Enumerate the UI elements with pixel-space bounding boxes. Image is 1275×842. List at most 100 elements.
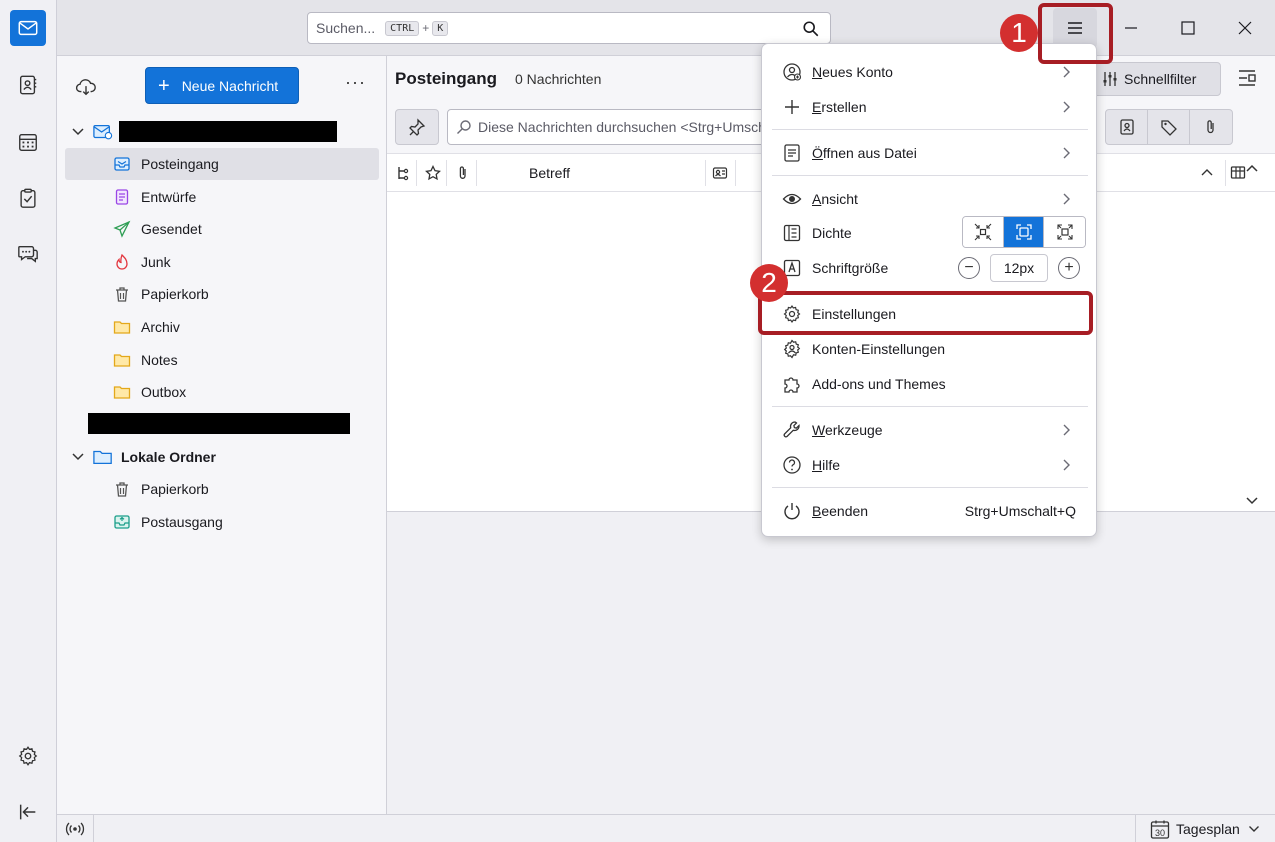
folder-acct1-junk[interactable]: Junk <box>65 246 379 278</box>
display-options-icon[interactable] <box>1237 68 1257 88</box>
column-separator <box>446 160 447 186</box>
column-separator <box>476 160 477 186</box>
quit-shortcut: Strg+Umschalt+Q <box>964 503 1076 519</box>
calendar-space-button[interactable] <box>10 124 46 160</box>
column-picker-icon[interactable] <box>1230 165 1246 181</box>
menu-label-addons: Add-ons und Themes <box>812 376 946 392</box>
chevron-right-icon <box>1063 193 1070 205</box>
correspondent-column-icon[interactable] <box>712 165 728 181</box>
calendar-icon <box>19 133 37 151</box>
tasks-icon <box>20 188 36 208</box>
folder-pane: + Neue Nachricht ··· Posteingang Entwürfe… <box>57 56 387 814</box>
eye-icon <box>782 193 802 205</box>
message-search-input[interactable]: Diese Nachrichten durchsuchen <Strg+Umsc… <box>447 109 777 145</box>
redacted-account-name <box>119 121 337 142</box>
get-messages-icon[interactable] <box>75 76 97 98</box>
chat-space-button[interactable] <box>10 236 46 272</box>
pin-filter-button[interactable] <box>395 109 439 145</box>
settings-space-button[interactable] <box>10 738 46 774</box>
column-separator <box>1225 160 1226 186</box>
folder-local-postausgang[interactable]: Postausgang <box>65 506 379 538</box>
menu-label-create: Erstellen <box>812 99 867 115</box>
star-icon[interactable] <box>425 165 441 181</box>
close-icon <box>1238 21 1252 35</box>
mail-account-icon <box>93 124 113 140</box>
folder-acct1-gesendet[interactable]: Gesendet <box>65 213 379 245</box>
folder-acct1-papierkorb[interactable]: Papierkorb <box>65 278 379 310</box>
app-menu-panel: Neues Konto Erstellen Öffnen aus Datei A… <box>761 43 1097 537</box>
account-row-1[interactable] <box>65 116 379 148</box>
menu-item-create[interactable]: Erstellen <box>768 90 1090 124</box>
filter-attachment-button[interactable] <box>1190 110 1232 144</box>
account-settings-icon <box>783 339 801 359</box>
chevron-right-icon <box>1063 101 1070 113</box>
thread-column-icon[interactable] <box>395 165 411 181</box>
menu-label-new-account: Neues Konto <box>812 64 893 80</box>
menu-item-tools[interactable]: Werkzeuge <box>768 413 1090 447</box>
plus-icon <box>785 100 799 114</box>
filter-contact-button[interactable] <box>1106 110 1148 144</box>
font-size-decrease-button[interactable]: − <box>958 257 980 279</box>
quick-filter-label: Schnellfilter <box>1124 71 1197 87</box>
today-pane-button[interactable]: 30 Tagesplan <box>1135 815 1260 842</box>
density-touch-button[interactable] <box>1044 217 1085 247</box>
junk-icon <box>116 253 128 270</box>
density-normal-button[interactable] <box>1003 217 1045 247</box>
folder-label: Gesendet <box>141 221 202 238</box>
density-icon <box>783 224 801 242</box>
folder-acct1-notes[interactable]: Notes <box>65 344 379 376</box>
chevron-right-icon <box>1063 424 1070 436</box>
folder-acct1-posteingang[interactable]: Posteingang <box>65 148 379 180</box>
menu-item-view[interactable]: Ansicht <box>768 182 1090 216</box>
font-size-increase-button[interactable]: + <box>1058 257 1080 279</box>
local-folders-account-row[interactable]: Lokale Ordner <box>65 441 379 473</box>
density-button-group <box>962 216 1086 248</box>
minimize-button[interactable] <box>1111 8 1151 48</box>
folder-label: Archiv <box>141 319 180 335</box>
mail-space-button[interactable] <box>10 10 46 46</box>
folder-label: Papierkorb <box>141 481 209 497</box>
font-size-value[interactable]: 12px <box>990 254 1048 282</box>
attachment-column-icon[interactable] <box>455 165 471 181</box>
folder-pane-more-button[interactable]: ··· <box>345 72 366 93</box>
menu-item-help[interactable]: Hilfe <box>768 448 1090 482</box>
menu-item-account-settings[interactable]: Konten-Einstellungen <box>768 332 1090 366</box>
spaces-toolbar <box>0 0 57 842</box>
pin-icon <box>409 118 426 136</box>
scroll-down-arrow[interactable] <box>1245 493 1259 507</box>
folder-acct1-archiv[interactable]: Archiv <box>65 311 379 343</box>
maximize-button[interactable] <box>1168 8 1208 48</box>
close-window-button[interactable] <box>1225 8 1265 48</box>
menu-label-quit: Beenden <box>812 503 869 519</box>
folder-acct1-entwürfe[interactable]: Entwürfe <box>65 181 379 213</box>
scroll-up-arrow[interactable] <box>1245 162 1259 176</box>
menu-item-addons[interactable]: Add-ons und Themes <box>768 367 1090 401</box>
font-size-controls: − 12px + <box>958 253 1080 283</box>
new-message-button[interactable]: + Neue Nachricht <box>145 67 299 104</box>
calendar-day-number: 30 <box>1155 828 1165 838</box>
menu-item-quit[interactable]: Beenden Strg+Umschalt+Q <box>768 494 1090 528</box>
filter-tag-button[interactable] <box>1148 110 1190 144</box>
step-badge-1: 1 <box>1000 14 1038 52</box>
sort-ascending-icon[interactable] <box>1199 165 1215 181</box>
folder-local-papierkorb[interactable]: Papierkorb <box>65 473 379 505</box>
chevron-down-icon <box>72 128 84 136</box>
tasks-space-button[interactable] <box>10 180 46 216</box>
quick-filter-button[interactable]: Schnellfilter <box>1087 62 1221 96</box>
global-search-box[interactable]: Suchen... CTRL + K <box>307 12 831 44</box>
folder-label: Entwürfe <box>141 188 197 205</box>
step-badge-2: 2 <box>750 264 788 302</box>
collapse-spaces-button[interactable] <box>10 794 46 830</box>
mail-icon <box>18 20 38 36</box>
menu-item-open-file[interactable]: Öffnen aus Datei <box>768 136 1090 170</box>
subject-column-header[interactable]: Betreff <box>529 165 570 181</box>
density-compact-button[interactable] <box>963 217 1004 247</box>
help-icon <box>783 456 801 474</box>
online-status-icon[interactable] <box>65 820 85 838</box>
folder-acct1-outbox[interactable]: Outbox <box>65 376 379 408</box>
search-icon <box>457 120 471 134</box>
menu-item-density: Dichte <box>768 216 1090 250</box>
address-book-space-button[interactable] <box>10 67 46 103</box>
new-message-label: Neue Nachricht <box>181 77 279 94</box>
folder-label: Outbox <box>141 384 187 401</box>
